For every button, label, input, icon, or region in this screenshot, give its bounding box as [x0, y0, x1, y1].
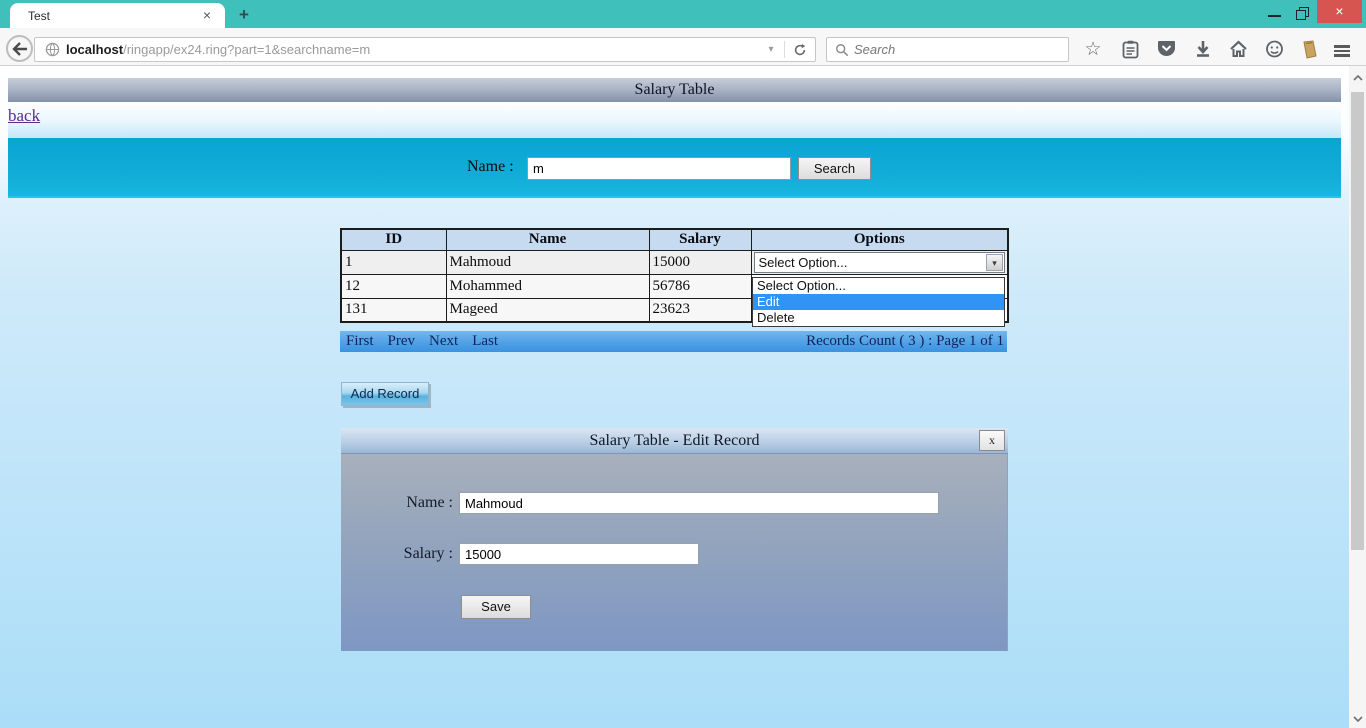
tab-close-icon[interactable]: ×	[199, 8, 215, 24]
browser-search-box[interactable]	[826, 37, 1069, 62]
browser-window: Test × + × localhost/ringapp/ex24.ring?p…	[0, 0, 1366, 728]
scrollbar-thumb[interactable]	[1351, 92, 1364, 550]
tab-title: Test	[28, 9, 199, 23]
edit-dialog-body: Name : Salary : Save	[341, 454, 1008, 651]
clipboard-icon	[1122, 40, 1139, 59]
pocket-button[interactable]	[1154, 39, 1178, 59]
dropdown-item-edit[interactable]: Edit	[753, 294, 1004, 310]
select-arrow-icon[interactable]: ▾	[986, 254, 1003, 271]
bookmark-star-button[interactable]: ☆	[1081, 39, 1105, 59]
cell-id: 12	[341, 274, 446, 298]
vertical-scrollbar[interactable]	[1349, 66, 1366, 728]
menu-button[interactable]	[1334, 39, 1358, 59]
browser-search-input[interactable]	[854, 42, 1068, 57]
dialog-salary-input[interactable]	[459, 543, 699, 565]
cell-salary: 15000	[649, 250, 751, 274]
search-name-input[interactable]	[527, 157, 791, 180]
dropdown-item-select-option[interactable]: Select Option...	[753, 278, 1004, 294]
close-button[interactable]: ×	[1317, 0, 1362, 23]
edit-dialog-header: Salary Table - Edit Record x	[341, 428, 1008, 454]
back-button[interactable]	[6, 35, 33, 62]
pocket-icon	[1157, 40, 1176, 58]
page-content: Salary Table back Name : Search ID Name …	[0, 66, 1349, 728]
search-icon	[835, 43, 849, 57]
options-select-value: Select Option...	[755, 255, 987, 270]
minimize-button[interactable]	[1263, 2, 1287, 24]
dropdown-item-delete[interactable]: Delete	[753, 310, 1004, 326]
url-text[interactable]: localhost/ringapp/ex24.ring?part=1&searc…	[66, 42, 758, 57]
cell-name: Mohammed	[446, 274, 649, 298]
header-salary: Salary	[649, 229, 751, 250]
edit-dialog-title: Salary Table - Edit Record	[589, 432, 759, 449]
scroll-up-button[interactable]	[1349, 70, 1366, 85]
home-icon	[1229, 40, 1248, 58]
reload-button[interactable]	[785, 43, 815, 57]
book-icon	[1301, 40, 1318, 59]
back-link[interactable]: back	[8, 106, 40, 126]
hello-button[interactable]	[1262, 39, 1286, 59]
cell-id: 131	[341, 298, 446, 322]
download-icon	[1195, 40, 1211, 58]
url-host: localhost	[66, 42, 123, 57]
reading-list-button[interactable]	[1118, 39, 1142, 59]
new-tab-button[interactable]: +	[233, 6, 255, 24]
url-dropdown-icon[interactable]: ▾	[758, 44, 784, 55]
page-title: Salary Table	[8, 78, 1341, 102]
restore-button[interactable]	[1291, 2, 1315, 24]
cell-salary: 56786	[649, 274, 751, 298]
smiley-icon	[1265, 40, 1284, 59]
reload-icon	[793, 43, 807, 57]
url-path: /ringapp/ex24.ring?part=1&searchname=m	[123, 42, 370, 57]
sidebar-book-button[interactable]	[1297, 39, 1321, 59]
options-dropdown-menu: Select Option... Edit Delete	[752, 277, 1005, 327]
hamburger-icon	[1334, 45, 1350, 48]
pagination-prev-link[interactable]: Prev	[388, 333, 416, 349]
home-button[interactable]	[1226, 39, 1250, 59]
back-band: back	[8, 102, 1341, 138]
pagination-bar: First Prev Next Last Records Count ( 3 ) : …	[340, 331, 1007, 352]
header-id: ID	[341, 229, 446, 250]
cell-name: Mageed	[446, 298, 649, 322]
browser-navbar: localhost/ringapp/ex24.ring?part=1&searc…	[0, 28, 1366, 66]
cell-salary: 23623	[649, 298, 751, 322]
chevron-up-icon	[1353, 75, 1363, 81]
scroll-down-button[interactable]	[1349, 711, 1366, 726]
pagination-next-link[interactable]: Next	[429, 333, 458, 349]
table-header-row: ID Name Salary Options	[341, 229, 1008, 250]
dialog-name-label: Name :	[403, 494, 453, 512]
header-options: Options	[751, 229, 1008, 250]
chevron-down-icon	[1353, 716, 1363, 722]
search-name-label: Name :	[467, 158, 514, 176]
dialog-name-input[interactable]	[459, 492, 939, 514]
cell-name: Mahmoud	[446, 250, 649, 274]
url-bar[interactable]: localhost/ringapp/ex24.ring?part=1&searc…	[34, 37, 816, 62]
pagination-last-link[interactable]: Last	[472, 333, 498, 349]
star-icon: ☆	[1084, 40, 1101, 58]
table-row: 1 Mahmoud 15000 Select Option... ▾	[341, 250, 1008, 274]
records-count-summary: Records Count ( 3 ) : Page 1 of 1	[806, 333, 1007, 350]
add-record-button[interactable]: Add Record	[341, 382, 429, 406]
browser-tab[interactable]: Test ×	[10, 3, 225, 28]
globe-icon	[45, 42, 60, 57]
cell-id: 1	[341, 250, 446, 274]
search-button[interactable]: Search	[798, 157, 871, 180]
browser-titlebar: Test × + ×	[0, 0, 1366, 28]
dialog-salary-label: Salary :	[403, 545, 453, 563]
minimize-icon	[1268, 15, 1281, 17]
back-arrow-icon	[12, 42, 28, 56]
header-name: Name	[446, 229, 649, 250]
save-button[interactable]: Save	[461, 595, 531, 619]
pagination-first-link[interactable]: First	[346, 333, 374, 349]
dialog-close-button[interactable]: x	[979, 430, 1005, 451]
options-select[interactable]: Select Option... ▾	[754, 252, 1006, 273]
downloads-button[interactable]	[1191, 39, 1215, 59]
